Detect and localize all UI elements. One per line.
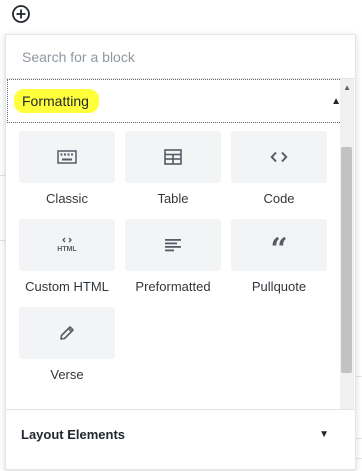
formatting-panel-title: Formatting xyxy=(14,89,99,113)
bg-divider xyxy=(356,458,362,459)
block-label: Pullquote xyxy=(251,279,307,294)
chevron-down-icon: ▼ xyxy=(319,429,329,440)
code-icon xyxy=(270,151,288,163)
bg-divider xyxy=(356,438,362,439)
block-label: Verse xyxy=(50,367,84,382)
block-label: Classic xyxy=(46,191,88,206)
block-custom-html-tile: HTML xyxy=(19,219,115,271)
html-icon: HTML xyxy=(57,237,77,253)
block-label: Code xyxy=(263,191,295,206)
scroll-up-arrow-icon[interactable]: ▲ xyxy=(343,83,351,92)
block-label: Table xyxy=(157,191,189,206)
block-label: Custom HTML xyxy=(25,279,109,294)
block-pullquote-tile: “ xyxy=(231,219,327,271)
block-label: Preformatted xyxy=(135,279,211,294)
block-classic-tile xyxy=(19,131,115,183)
block-verse[interactable]: Verse xyxy=(19,307,115,395)
keyboard-icon xyxy=(57,150,77,164)
pencil-icon xyxy=(60,326,74,340)
block-table-tile xyxy=(125,131,221,183)
preformatted-icon xyxy=(165,239,181,252)
formatting-block-grid: Classic Table Code HTML Custom HTML Pref… xyxy=(19,131,327,395)
search-input[interactable] xyxy=(6,35,355,79)
block-table[interactable]: Table xyxy=(125,131,221,219)
editor-screen: Formatting ▲ Classic xyxy=(0,0,362,471)
block-verse-tile xyxy=(19,307,115,359)
formatting-panel-toggle[interactable]: Formatting ▲ xyxy=(7,79,354,123)
bg-divider xyxy=(356,376,362,377)
quote-icon: “ xyxy=(270,232,288,267)
block-code[interactable]: Code xyxy=(231,131,327,219)
block-code-tile xyxy=(231,131,327,183)
block-preformatted-tile xyxy=(125,219,221,271)
layout-elements-panel-toggle[interactable]: Layout Elements ▼ xyxy=(6,409,355,459)
block-pullquote[interactable]: “ Pullquote xyxy=(231,219,327,307)
block-classic[interactable]: Classic xyxy=(19,131,115,219)
add-block-button[interactable] xyxy=(10,3,32,25)
block-custom-html[interactable]: HTML Custom HTML xyxy=(19,219,115,307)
plus-circle-icon xyxy=(12,5,30,23)
block-inserter-popover: Formatting ▲ Classic xyxy=(5,34,356,470)
block-preformatted[interactable]: Preformatted xyxy=(125,219,221,307)
scrollbar-thumb[interactable] xyxy=(341,147,352,373)
table-icon xyxy=(164,149,182,165)
layout-elements-title: Layout Elements xyxy=(21,427,126,442)
html-icon-text: HTML xyxy=(57,246,77,253)
